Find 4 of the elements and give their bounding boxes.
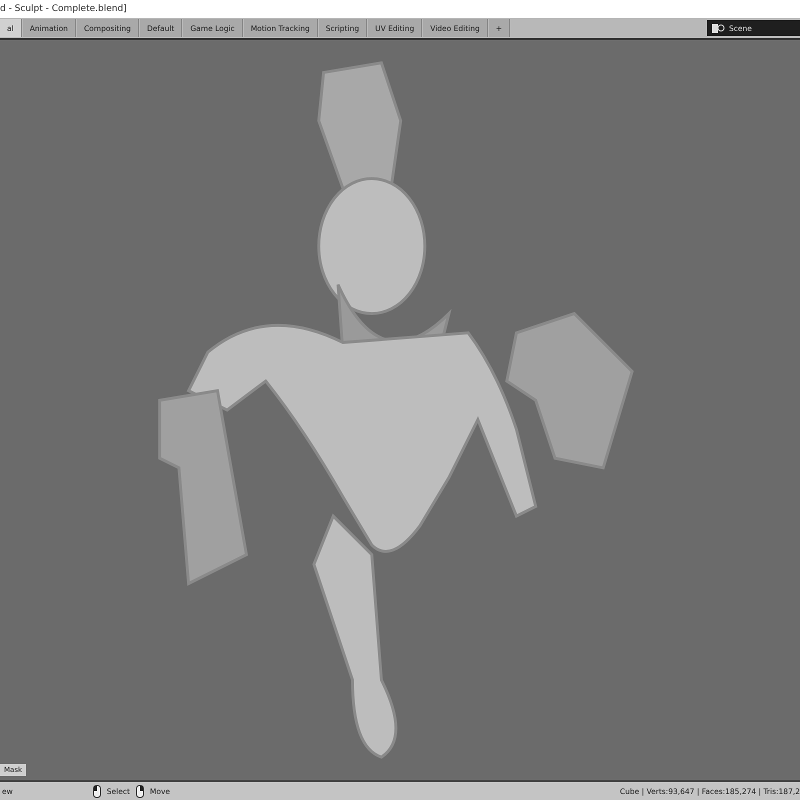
scene-icon <box>711 22 725 34</box>
mouse-icon <box>92 784 101 798</box>
mouse-icon <box>136 784 144 798</box>
window-title: d - Sculpt - Complete.blend] <box>0 4 127 14</box>
